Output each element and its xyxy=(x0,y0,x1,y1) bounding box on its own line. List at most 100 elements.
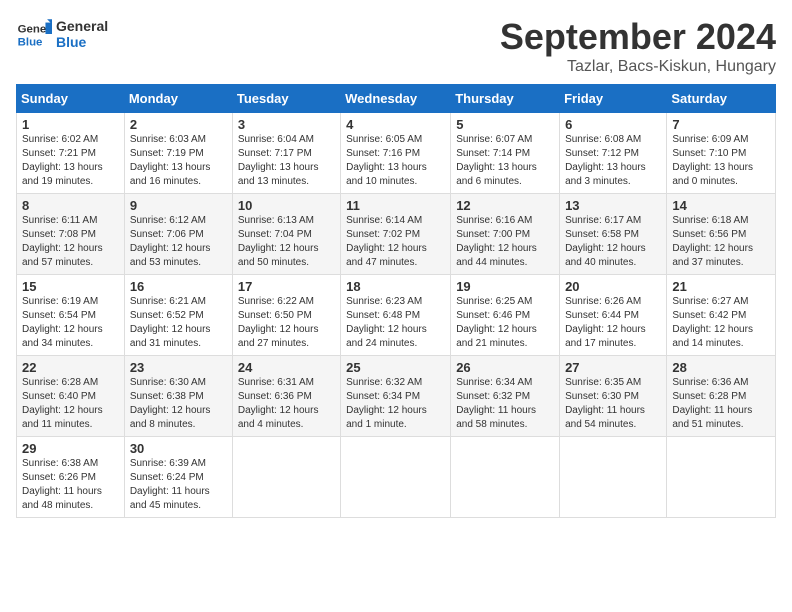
calendar-cell: 21Sunrise: 6:27 AM Sunset: 6:42 PM Dayli… xyxy=(667,275,776,356)
calendar-cell xyxy=(560,437,667,518)
day-number: 30 xyxy=(130,441,227,456)
day-number: 20 xyxy=(565,279,661,294)
day-number: 17 xyxy=(238,279,335,294)
day-number: 22 xyxy=(22,360,119,375)
day-number: 27 xyxy=(565,360,661,375)
day-info: Sunrise: 6:19 AM Sunset: 6:54 PM Dayligh… xyxy=(22,295,119,351)
day-info: Sunrise: 6:16 AM Sunset: 7:00 PM Dayligh… xyxy=(456,214,554,270)
calendar-cell xyxy=(667,437,776,518)
day-info: Sunrise: 6:17 AM Sunset: 6:58 PM Dayligh… xyxy=(565,214,661,270)
day-number: 10 xyxy=(238,198,335,213)
calendar-cell: 3Sunrise: 6:04 AM Sunset: 7:17 PM Daylig… xyxy=(232,113,340,194)
calendar-cell: 2Sunrise: 6:03 AM Sunset: 7:19 PM Daylig… xyxy=(124,113,232,194)
day-info: Sunrise: 6:07 AM Sunset: 7:14 PM Dayligh… xyxy=(456,133,554,189)
calendar-cell: 30Sunrise: 6:39 AM Sunset: 6:24 PM Dayli… xyxy=(124,437,232,518)
day-info: Sunrise: 6:38 AM Sunset: 6:26 PM Dayligh… xyxy=(22,457,119,513)
weekday-header-monday: Monday xyxy=(124,85,232,113)
calendar-week-row: 29Sunrise: 6:38 AM Sunset: 6:26 PM Dayli… xyxy=(17,437,776,518)
logo-general-text: General xyxy=(56,18,108,34)
calendar-table: SundayMondayTuesdayWednesdayThursdayFrid… xyxy=(16,84,776,518)
day-info: Sunrise: 6:18 AM Sunset: 6:56 PM Dayligh… xyxy=(672,214,770,270)
calendar-cell: 5Sunrise: 6:07 AM Sunset: 7:14 PM Daylig… xyxy=(451,113,560,194)
calendar-cell: 28Sunrise: 6:36 AM Sunset: 6:28 PM Dayli… xyxy=(667,356,776,437)
day-info: Sunrise: 6:09 AM Sunset: 7:10 PM Dayligh… xyxy=(672,133,770,189)
day-info: Sunrise: 6:32 AM Sunset: 6:34 PM Dayligh… xyxy=(346,376,445,432)
calendar-week-row: 22Sunrise: 6:28 AM Sunset: 6:40 PM Dayli… xyxy=(17,356,776,437)
day-info: Sunrise: 6:03 AM Sunset: 7:19 PM Dayligh… xyxy=(130,133,227,189)
day-number: 3 xyxy=(238,117,335,132)
calendar-cell: 18Sunrise: 6:23 AM Sunset: 6:48 PM Dayli… xyxy=(341,275,451,356)
calendar-cell xyxy=(232,437,340,518)
calendar-week-row: 1Sunrise: 6:02 AM Sunset: 7:21 PM Daylig… xyxy=(17,113,776,194)
calendar-cell: 6Sunrise: 6:08 AM Sunset: 7:12 PM Daylig… xyxy=(560,113,667,194)
day-number: 7 xyxy=(672,117,770,132)
calendar-cell: 8Sunrise: 6:11 AM Sunset: 7:08 PM Daylig… xyxy=(17,194,125,275)
day-number: 13 xyxy=(565,198,661,213)
calendar-cell: 13Sunrise: 6:17 AM Sunset: 6:58 PM Dayli… xyxy=(560,194,667,275)
calendar-cell: 19Sunrise: 6:25 AM Sunset: 6:46 PM Dayli… xyxy=(451,275,560,356)
calendar-cell: 12Sunrise: 6:16 AM Sunset: 7:00 PM Dayli… xyxy=(451,194,560,275)
day-number: 29 xyxy=(22,441,119,456)
day-info: Sunrise: 6:13 AM Sunset: 7:04 PM Dayligh… xyxy=(238,214,335,270)
day-info: Sunrise: 6:11 AM Sunset: 7:08 PM Dayligh… xyxy=(22,214,119,270)
weekday-header-thursday: Thursday xyxy=(451,85,560,113)
month-title: September 2024 xyxy=(500,16,776,58)
day-info: Sunrise: 6:31 AM Sunset: 6:36 PM Dayligh… xyxy=(238,376,335,432)
calendar-cell: 23Sunrise: 6:30 AM Sunset: 6:38 PM Dayli… xyxy=(124,356,232,437)
day-info: Sunrise: 6:39 AM Sunset: 6:24 PM Dayligh… xyxy=(130,457,227,513)
day-number: 24 xyxy=(238,360,335,375)
calendar-cell: 25Sunrise: 6:32 AM Sunset: 6:34 PM Dayli… xyxy=(341,356,451,437)
calendar-cell: 4Sunrise: 6:05 AM Sunset: 7:16 PM Daylig… xyxy=(341,113,451,194)
calendar-cell: 9Sunrise: 6:12 AM Sunset: 7:06 PM Daylig… xyxy=(124,194,232,275)
calendar-cell: 10Sunrise: 6:13 AM Sunset: 7:04 PM Dayli… xyxy=(232,194,340,275)
day-info: Sunrise: 6:35 AM Sunset: 6:30 PM Dayligh… xyxy=(565,376,661,432)
day-number: 23 xyxy=(130,360,227,375)
page-header: General Blue General Blue September 2024… xyxy=(16,16,776,76)
logo-icon: General Blue xyxy=(16,16,52,52)
day-info: Sunrise: 6:14 AM Sunset: 7:02 PM Dayligh… xyxy=(346,214,445,270)
day-number: 8 xyxy=(22,198,119,213)
day-number: 14 xyxy=(672,198,770,213)
day-number: 2 xyxy=(130,117,227,132)
calendar-cell: 20Sunrise: 6:26 AM Sunset: 6:44 PM Dayli… xyxy=(560,275,667,356)
day-number: 15 xyxy=(22,279,119,294)
calendar-cell: 15Sunrise: 6:19 AM Sunset: 6:54 PM Dayli… xyxy=(17,275,125,356)
day-info: Sunrise: 6:04 AM Sunset: 7:17 PM Dayligh… xyxy=(238,133,335,189)
calendar-cell: 7Sunrise: 6:09 AM Sunset: 7:10 PM Daylig… xyxy=(667,113,776,194)
location-title: Tazlar, Bacs-Kiskun, Hungary xyxy=(500,58,776,76)
day-info: Sunrise: 6:08 AM Sunset: 7:12 PM Dayligh… xyxy=(565,133,661,189)
calendar-cell: 27Sunrise: 6:35 AM Sunset: 6:30 PM Dayli… xyxy=(560,356,667,437)
calendar-cell: 11Sunrise: 6:14 AM Sunset: 7:02 PM Dayli… xyxy=(341,194,451,275)
calendar-cell: 17Sunrise: 6:22 AM Sunset: 6:50 PM Dayli… xyxy=(232,275,340,356)
calendar-week-row: 15Sunrise: 6:19 AM Sunset: 6:54 PM Dayli… xyxy=(17,275,776,356)
day-number: 28 xyxy=(672,360,770,375)
svg-text:Blue: Blue xyxy=(18,36,43,48)
day-info: Sunrise: 6:26 AM Sunset: 6:44 PM Dayligh… xyxy=(565,295,661,351)
calendar-week-row: 8Sunrise: 6:11 AM Sunset: 7:08 PM Daylig… xyxy=(17,194,776,275)
logo-blue-text: Blue xyxy=(56,34,108,50)
calendar-cell xyxy=(451,437,560,518)
day-info: Sunrise: 6:02 AM Sunset: 7:21 PM Dayligh… xyxy=(22,133,119,189)
day-number: 21 xyxy=(672,279,770,294)
day-info: Sunrise: 6:12 AM Sunset: 7:06 PM Dayligh… xyxy=(130,214,227,270)
weekday-header-row: SundayMondayTuesdayWednesdayThursdayFrid… xyxy=(17,85,776,113)
calendar-cell: 29Sunrise: 6:38 AM Sunset: 6:26 PM Dayli… xyxy=(17,437,125,518)
weekday-header-sunday: Sunday xyxy=(17,85,125,113)
day-number: 25 xyxy=(346,360,445,375)
title-area: September 2024 Tazlar, Bacs-Kiskun, Hung… xyxy=(500,16,776,76)
day-number: 4 xyxy=(346,117,445,132)
weekday-header-wednesday: Wednesday xyxy=(341,85,451,113)
weekday-header-friday: Friday xyxy=(560,85,667,113)
day-info: Sunrise: 6:27 AM Sunset: 6:42 PM Dayligh… xyxy=(672,295,770,351)
day-number: 18 xyxy=(346,279,445,294)
day-number: 5 xyxy=(456,117,554,132)
day-number: 1 xyxy=(22,117,119,132)
day-number: 26 xyxy=(456,360,554,375)
calendar-cell xyxy=(341,437,451,518)
calendar-cell: 16Sunrise: 6:21 AM Sunset: 6:52 PM Dayli… xyxy=(124,275,232,356)
day-number: 11 xyxy=(346,198,445,213)
day-info: Sunrise: 6:30 AM Sunset: 6:38 PM Dayligh… xyxy=(130,376,227,432)
day-number: 6 xyxy=(565,117,661,132)
day-info: Sunrise: 6:23 AM Sunset: 6:48 PM Dayligh… xyxy=(346,295,445,351)
calendar-cell: 24Sunrise: 6:31 AM Sunset: 6:36 PM Dayli… xyxy=(232,356,340,437)
